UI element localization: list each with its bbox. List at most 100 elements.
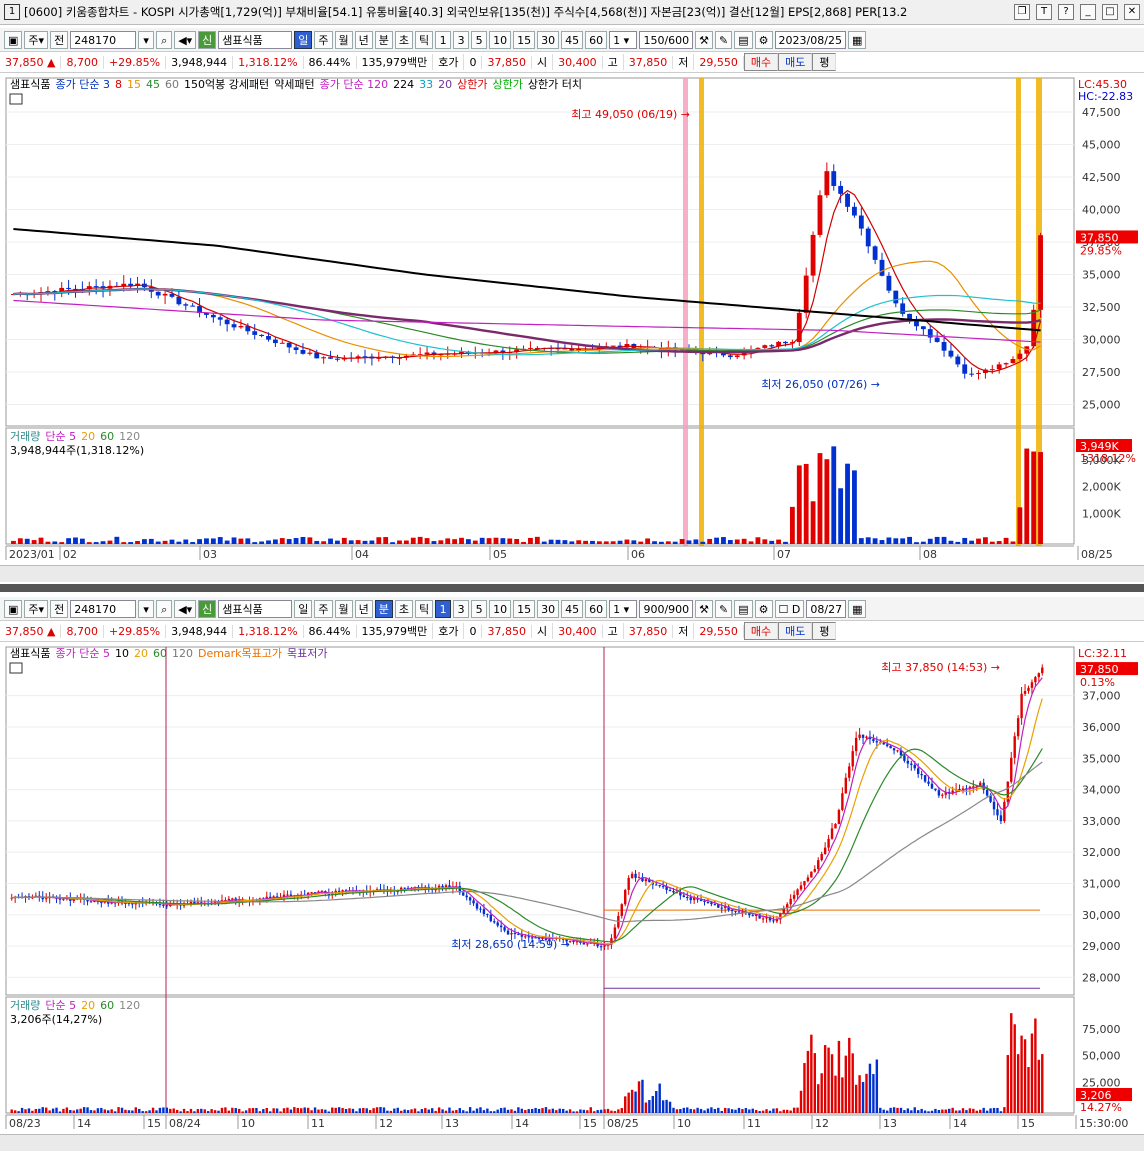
- bottom-interval-30[interactable]: 30: [537, 599, 560, 618]
- top-interval-15[interactable]: 15: [513, 30, 536, 49]
- bottom-search-icon[interactable]: ⌕: [156, 599, 173, 618]
- top-prev-button[interactable]: 전: [50, 30, 69, 49]
- bottom-vol-bar-5: [27, 1108, 31, 1113]
- maximize-icon[interactable]: □: [1102, 4, 1118, 20]
- bottom-name-field[interactable]: 샘표식품: [218, 599, 293, 618]
- top-interval-5[interactable]: 5: [471, 30, 488, 49]
- bottom-vol-bar-74: [265, 1107, 268, 1113]
- bottom-interval-45[interactable]: 45: [561, 599, 584, 618]
- top-legend-item-2: 8: [115, 78, 122, 91]
- top-vol-bar-30: [217, 537, 223, 544]
- top-layout-icon[interactable]: ▣: [4, 30, 23, 49]
- close-icon[interactable]: ✕: [1124, 4, 1140, 20]
- bottom-count-field[interactable]: 900/900: [639, 599, 694, 618]
- top-interval-select[interactable]: 1 ▾: [609, 30, 638, 49]
- bottom-interval-1[interactable]: 1: [435, 599, 452, 618]
- top-code-input[interactable]: 248170: [70, 30, 137, 49]
- top-period-4[interactable]: 분: [374, 30, 393, 49]
- top-type-select[interactable]: 주▾: [24, 30, 49, 49]
- bottom-dropdown-icon[interactable]: ▾: [138, 599, 155, 618]
- bottom-scrollbar[interactable]: [0, 1134, 1144, 1151]
- top-interval-10[interactable]: 10: [489, 30, 512, 49]
- top-period-1[interactable]: 주: [314, 30, 333, 49]
- bottom-calendar-icon[interactable]: ▦: [848, 599, 867, 618]
- top-candle-110: [769, 345, 775, 347]
- bottom-draw-icon[interactable]: ✎: [715, 599, 733, 618]
- panel-divider[interactable]: [0, 584, 1144, 592]
- bottom-gear-icon[interactable]: ⚙: [754, 599, 773, 618]
- bottom-chart[interactable]: 샘표식품 종가 단순 5 10 20 60 120 Demark목표고가 목표저가 37,000…: [0, 643, 1144, 1133]
- top-scrollbar[interactable]: [0, 565, 1144, 582]
- bottom-sound-icon[interactable]: ◀▾: [174, 599, 197, 618]
- bottom-date-field[interactable]: 08/27: [806, 599, 847, 618]
- top-name-field[interactable]: 샘표식품: [218, 30, 293, 49]
- bottom-vol-bar-132: [465, 1111, 468, 1113]
- bottom-type-select[interactable]: 주▾: [24, 599, 49, 618]
- bottom-interval-3[interactable]: 3: [453, 599, 470, 618]
- top-xtick-0: 2023/01: [9, 548, 55, 561]
- bottom-interval-5[interactable]: 5: [471, 599, 488, 618]
- top-interval-60[interactable]: 60: [585, 30, 608, 49]
- bottom-candle-171: [599, 946, 603, 948]
- top-chart[interactable]: 샘표식품 종가 단순 3 8 15 45 60 150억봉 강세패턴 약세패턴 종가 단순 12…: [0, 74, 1144, 564]
- top-period-0[interactable]: 일: [294, 30, 313, 49]
- top-buy-button[interactable]: 매수: [743, 53, 779, 71]
- pin-icon[interactable]: T: [1036, 4, 1052, 20]
- top-candle-112: [783, 341, 788, 344]
- bottom-vol-bar-41: [151, 1107, 155, 1113]
- bottom-period-3[interactable]: 년: [354, 599, 373, 618]
- top-sell-button[interactable]: 매도: [778, 53, 813, 71]
- top-date-field[interactable]: 2023/08/25: [774, 30, 846, 49]
- bottom-candle-133: [468, 897, 472, 901]
- bottom-flat-button[interactable]: 평: [812, 622, 837, 640]
- top-interval-30[interactable]: 30: [537, 30, 560, 49]
- bottom-period-0[interactable]: 일: [294, 599, 313, 618]
- top-gear-icon[interactable]: ⚙: [754, 30, 773, 49]
- top-period-2[interactable]: 월: [334, 30, 353, 49]
- top-calendar-icon[interactable]: ▦: [847, 30, 867, 49]
- bottom-vol-bar-213: [744, 1108, 748, 1113]
- bottom-save-icon[interactable]: ▤: [734, 599, 753, 618]
- top-flat-button[interactable]: 평: [812, 53, 837, 71]
- bottom-period-5[interactable]: 초: [394, 599, 414, 618]
- top-search-icon[interactable]: ⌕: [156, 30, 173, 49]
- bottom-sell-button[interactable]: 매도: [778, 622, 813, 640]
- top-draw-icon[interactable]: ✎: [715, 30, 733, 49]
- bottom-vol-bar-54: [196, 1109, 200, 1113]
- bottom-period-2[interactable]: 월: [334, 599, 353, 618]
- top-period-3[interactable]: 년: [354, 30, 373, 49]
- bottom-prev-button[interactable]: 전: [50, 599, 69, 618]
- bottom-interval-15[interactable]: 15: [513, 599, 536, 618]
- bottom-period-6[interactable]: 틱: [415, 599, 434, 618]
- top-dropdown-icon[interactable]: ▾: [138, 30, 155, 49]
- top-save-icon[interactable]: ▤: [734, 30, 753, 49]
- top-interval-45[interactable]: 45: [561, 30, 584, 49]
- minimize-icon[interactable]: _: [1080, 4, 1096, 20]
- bottom-layout-icon[interactable]: ▣: [4, 599, 23, 618]
- bottom-d-checkbox[interactable]: ☐ D: [774, 599, 805, 618]
- help-icon[interactable]: ?: [1058, 4, 1074, 20]
- bottom-interval-60[interactable]: 60: [585, 599, 608, 618]
- top-sound-icon[interactable]: ◀▾: [174, 30, 197, 49]
- bottom-code-input[interactable]: 248170: [70, 599, 137, 618]
- top-candle-21: [155, 291, 161, 296]
- bottom-period-1[interactable]: 주: [314, 599, 333, 618]
- top-period-6[interactable]: 틱: [415, 30, 434, 49]
- top-period-5[interactable]: 초: [394, 30, 414, 49]
- bottom-tool-icon[interactable]: ⚒: [695, 599, 714, 618]
- bottom-vol-bar-119: [420, 1109, 424, 1113]
- bottom-candle-231: [806, 877, 810, 882]
- bottom-buy-button[interactable]: 매수: [743, 622, 779, 640]
- top-interval-3[interactable]: 3: [453, 30, 470, 49]
- restore-icon[interactable]: ❐: [1014, 4, 1030, 20]
- bottom-chart-svg[interactable]: 샘표식품 종가 단순 5 10 20 60 120 Demark목표고가 목표저가 37,000…: [0, 643, 1144, 1133]
- bottom-interval-select[interactable]: 1 ▾: [609, 599, 638, 618]
- top-vol-bar-95: [665, 541, 671, 544]
- bottom-period-4[interactable]: 분: [374, 599, 393, 618]
- bottom-candle-227: [792, 895, 796, 899]
- top-tool-icon[interactable]: ⚒: [695, 30, 714, 49]
- top-chart-svg[interactable]: 샘표식품 종가 단순 3 8 15 45 60 150억봉 강세패턴 약세패턴 종가 단순 12…: [0, 74, 1144, 564]
- bottom-interval-10[interactable]: 10: [489, 599, 512, 618]
- top-interval-1[interactable]: 1: [435, 30, 452, 49]
- top-count-field[interactable]: 150/600: [639, 30, 694, 49]
